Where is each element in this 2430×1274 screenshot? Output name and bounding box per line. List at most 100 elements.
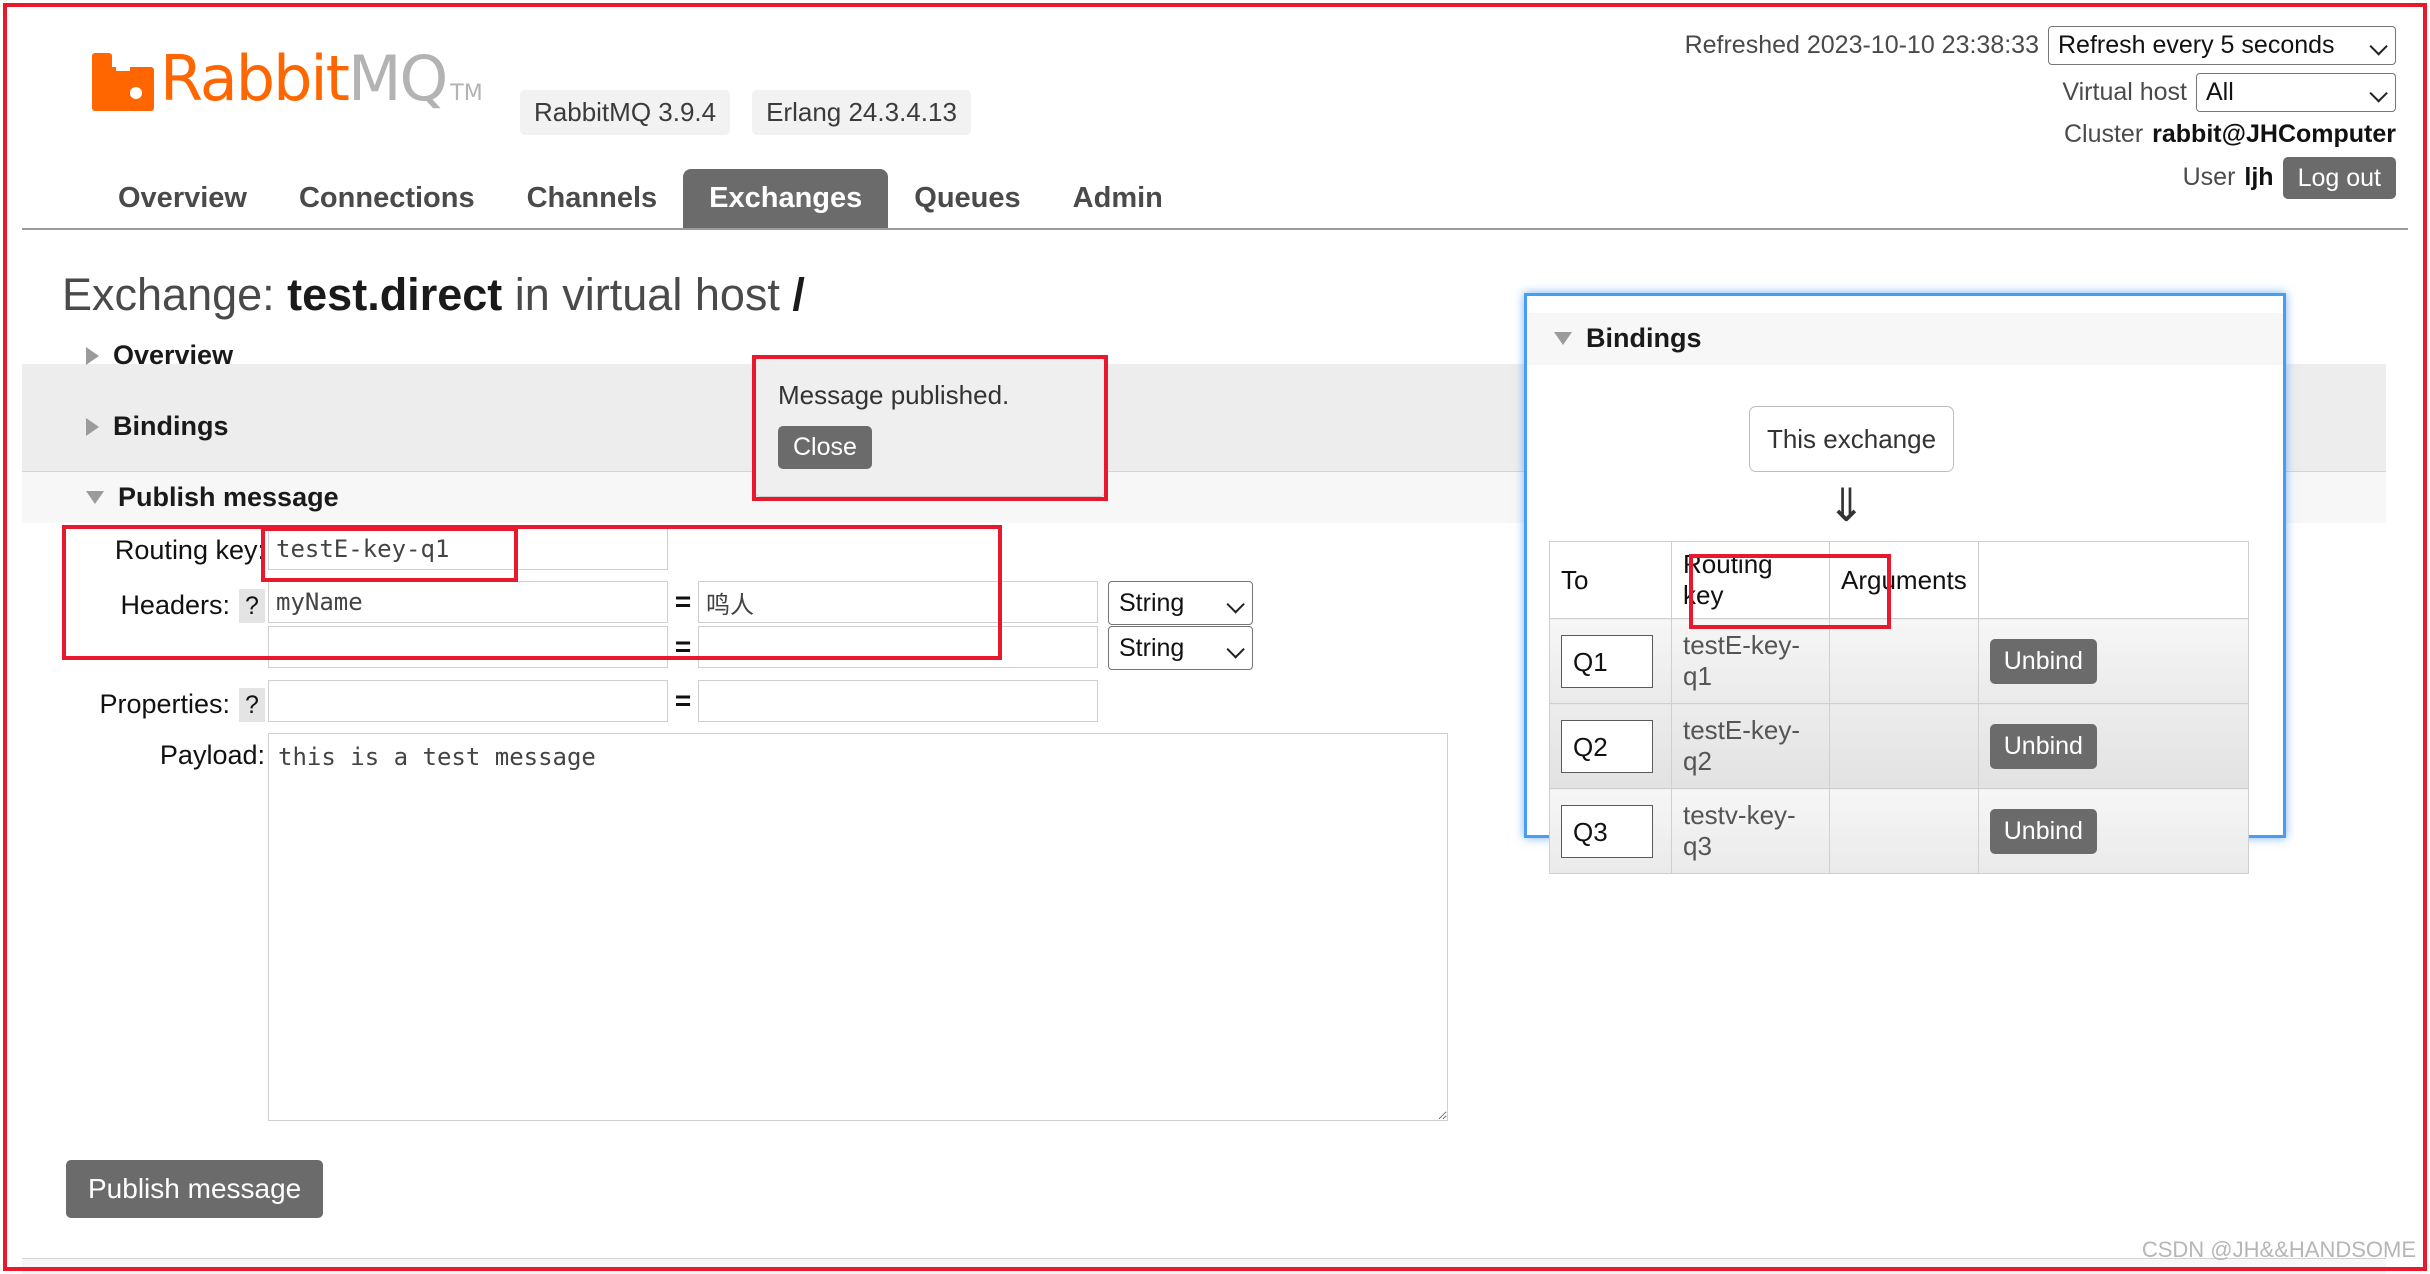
unbind-button[interactable]: Unbind (1990, 809, 2097, 854)
header-name-input-2[interactable] (268, 626, 668, 668)
refresh-row: Refreshed 2023-10-10 23:38:33 Refresh ev… (1685, 26, 2396, 65)
binding-to-cell: Q1 (1550, 619, 1672, 704)
chevron-down-icon (86, 491, 104, 504)
table-row: Q1 testE-key-q1 Unbind (1550, 619, 2249, 704)
properties-label: Properties:? (0, 680, 265, 722)
payload-label: Payload: (0, 733, 265, 771)
binding-arguments-cell (1830, 704, 1979, 789)
header-type-select-wrap-2[interactable]: String (1108, 626, 1253, 670)
binding-action-cell: Unbind (1978, 704, 2248, 789)
tab-exchanges[interactable]: Exchanges (683, 169, 888, 230)
routing-key-label: Routing key: (0, 528, 265, 566)
tab-overview[interactable]: Overview (92, 169, 273, 230)
column-header-routing-key: Routing key (1672, 542, 1830, 619)
cluster-row: Cluster rabbit@JHComputer (1685, 120, 2396, 149)
header-name-input-1[interactable] (268, 581, 668, 623)
routing-key-row: Routing key: (0, 528, 668, 570)
binding-to-cell: Q3 (1550, 789, 1672, 874)
refresh-interval-select-wrap[interactable]: Refresh every 5 seconds (2048, 26, 2396, 65)
column-header-to: To (1550, 542, 1672, 619)
vhost-select-wrap[interactable]: All (2196, 73, 2396, 112)
logo-text-rabbit: Rabbit (160, 48, 348, 110)
vhost-label: Virtual host (2062, 78, 2187, 107)
header-equals-2: = (668, 626, 698, 668)
payload-textarea[interactable]: this is a test message (268, 733, 1448, 1121)
tab-channels[interactable]: Channels (501, 169, 684, 230)
refresh-interval-select[interactable]: Refresh every 5 seconds (2048, 26, 2396, 65)
header-type-select-1[interactable]: String (1108, 581, 1253, 625)
popup-message-text: Message published. (778, 380, 1009, 411)
nav-divider (22, 228, 2408, 230)
publish-message-button[interactable]: Publish message (66, 1160, 323, 1218)
header-value-input-2[interactable] (698, 626, 1098, 668)
binding-arguments-cell (1830, 789, 1979, 874)
section-bindings-label: Bindings (113, 411, 229, 442)
tab-admin[interactable]: Admin (1047, 169, 1189, 230)
logo-text-mq: MQ (348, 48, 446, 110)
queue-link-q1[interactable]: Q1 (1561, 635, 1653, 688)
page-title-prefix: Exchange: (62, 269, 275, 320)
vhost-select[interactable]: All (2196, 73, 2396, 112)
unbind-button[interactable]: Unbind (1990, 639, 2097, 684)
down-arrow-icon: ⇓ (1827, 482, 1866, 528)
section-publish-toggle[interactable]: Publish message (86, 482, 339, 513)
popup-close-button[interactable]: Close (778, 426, 872, 469)
properties-help-icon[interactable]: ? (239, 688, 265, 722)
queue-link-q3[interactable]: Q3 (1561, 805, 1653, 858)
binding-to-cell: Q2 (1550, 704, 1672, 789)
headers-help-icon[interactable]: ? (239, 589, 265, 623)
section-overview-toggle[interactable]: Overview (86, 340, 233, 371)
rabbitmq-version-chip: RabbitMQ 3.9.4 (520, 90, 730, 135)
main-navigation: Overview Connections Channels Exchanges … (0, 168, 2430, 230)
header-equals-1: = (668, 581, 698, 623)
headers-row-2: = String (0, 626, 1253, 670)
rabbitmq-logo[interactable]: Rabbit MQ TM (92, 48, 483, 110)
section-bindings-toggle[interactable]: Bindings (86, 411, 229, 442)
headers-label-text: Headers: (120, 590, 230, 620)
binding-action-cell: Unbind (1978, 789, 2248, 874)
header-type-select-wrap-1[interactable]: String (1108, 581, 1253, 625)
message-published-popup: Message published. Close (755, 357, 1105, 497)
page-title-suffix: in virtual host (515, 269, 780, 320)
binding-action-cell: Unbind (1978, 619, 2248, 704)
property-value-input[interactable] (698, 680, 1098, 722)
page-title: Exchange: test.direct in virtual host / (62, 270, 805, 320)
column-header-arguments: Arguments (1830, 542, 1979, 619)
bindings-table: To Routing key Arguments Q1 testE-key-q1… (1549, 541, 2249, 874)
table-row: Q3 testv-key-q3 Unbind (1550, 789, 2249, 874)
logo-trademark: TM (450, 81, 482, 106)
section-publish-label: Publish message (118, 482, 339, 513)
cluster-name: rabbit@JHComputer (2152, 120, 2396, 149)
headers-label: Headers:? (0, 581, 265, 623)
rabbit-logo-icon (92, 53, 154, 111)
bindings-panel-title: Bindings (1586, 323, 1702, 354)
properties-label-text: Properties: (99, 689, 230, 719)
bindings-panel: Bindings This exchange ⇓ To Routing key … (1524, 293, 2286, 838)
bindings-table-header-row: To Routing key Arguments (1550, 542, 2249, 619)
header-value-input-1[interactable] (698, 581, 1098, 623)
routing-key-input[interactable] (268, 528, 668, 570)
this-exchange-node[interactable]: This exchange (1749, 406, 1954, 472)
property-name-input[interactable] (268, 680, 668, 722)
properties-row: Properties:? = (0, 680, 1098, 722)
unbind-button[interactable]: Unbind (1990, 724, 2097, 769)
binding-routing-key-cell: testE-key-q1 (1672, 619, 1830, 704)
tab-queues[interactable]: Queues (888, 169, 1046, 230)
vhost-row: Virtual host All (1685, 73, 2396, 112)
headers-row-1: Headers:? = String (0, 581, 1253, 625)
page-title-exchange-name: test.direct (287, 269, 502, 320)
binding-routing-key-cell: testv-key-q3 (1672, 789, 1830, 874)
table-row: Q2 testE-key-q2 Unbind (1550, 704, 2249, 789)
queue-link-q2[interactable]: Q2 (1561, 720, 1653, 773)
bindings-panel-toggle[interactable]: Bindings (1554, 323, 1702, 354)
column-header-actions (1978, 542, 2248, 619)
tab-connections[interactable]: Connections (273, 169, 501, 230)
rabbitmq-management-page: Rabbit MQ TM RabbitMQ 3.9.4 Erlang 24.3.… (0, 0, 2430, 1274)
property-equals: = (668, 680, 698, 722)
version-chips: RabbitMQ 3.9.4 Erlang 24.3.4.13 (520, 90, 971, 135)
refreshed-timestamp: Refreshed 2023-10-10 23:38:33 (1685, 31, 2039, 60)
erlang-version-chip: Erlang 24.3.4.13 (752, 90, 971, 135)
chevron-right-icon (86, 418, 99, 436)
header-type-select-2[interactable]: String (1108, 626, 1253, 670)
chevron-down-icon (1554, 332, 1572, 345)
